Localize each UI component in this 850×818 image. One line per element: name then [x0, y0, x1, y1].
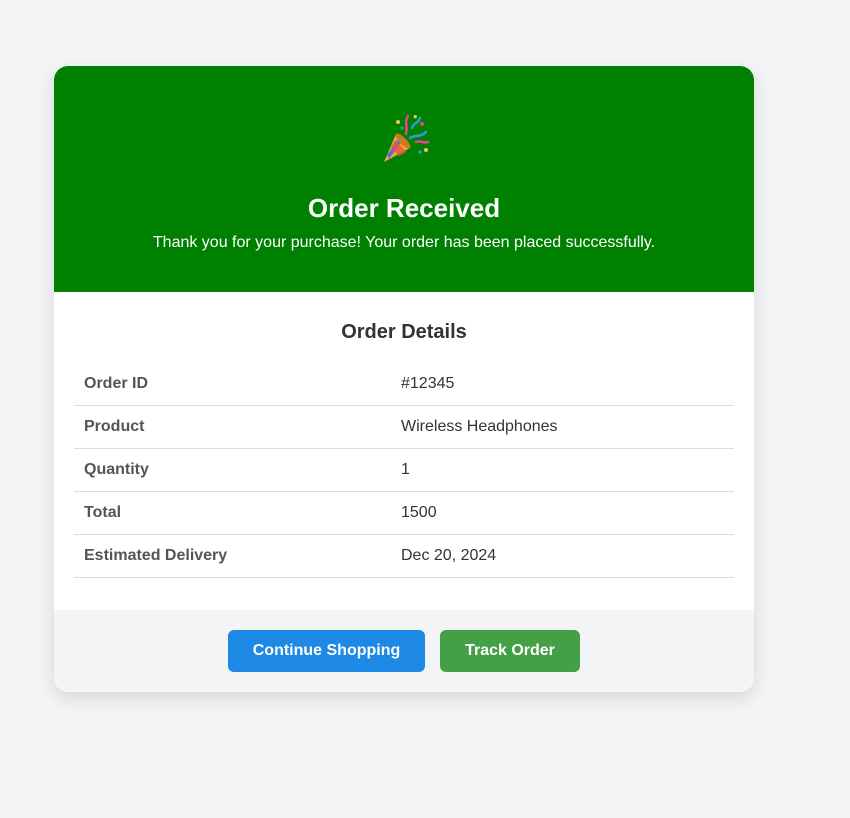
order-details-title: Order Details	[341, 321, 467, 343]
table-row: Quantity 1	[74, 449, 734, 492]
estimated-delivery-label: Estimated Delivery	[84, 547, 228, 564]
product-label: Product	[84, 418, 145, 435]
order-details-table: Order ID #12345 Product Wireless Headpho…	[74, 363, 734, 578]
table-row: Order ID #12345	[74, 363, 734, 406]
order-id-value: #12345	[401, 375, 455, 392]
quantity-value: 1	[401, 461, 410, 478]
product-value: Wireless Headphones	[401, 418, 558, 435]
table-row: Estimated Delivery Dec 20, 2024	[74, 535, 734, 578]
order-received-title: Order Received	[307, 193, 501, 223]
order-received-subtitle: Thank you for your purchase! Your order …	[152, 234, 656, 251]
track-order-button[interactable]: Track Order	[440, 630, 580, 672]
party-popper-icon	[376, 112, 432, 168]
order-id-label: Order ID	[84, 375, 149, 392]
estimated-delivery-value: Dec 20, 2024	[401, 547, 497, 564]
table-row: Product Wireless Headphones	[74, 406, 734, 449]
order-confirmation-card: Order Received Thank you for your purcha…	[54, 66, 754, 692]
table-row: Total 1500	[74, 492, 734, 535]
order-details-section: Order Details Order ID #12345 Product Wi…	[54, 292, 754, 610]
quantity-label: Quantity	[84, 461, 149, 478]
total-label: Total	[84, 504, 122, 521]
order-hero-banner: Order Received Thank you for your purcha…	[54, 66, 754, 292]
continue-shopping-button[interactable]: Continue Shopping	[228, 630, 425, 672]
actions-footer: Continue Shopping Track Order	[54, 610, 754, 692]
total-value: 1500	[401, 504, 437, 521]
